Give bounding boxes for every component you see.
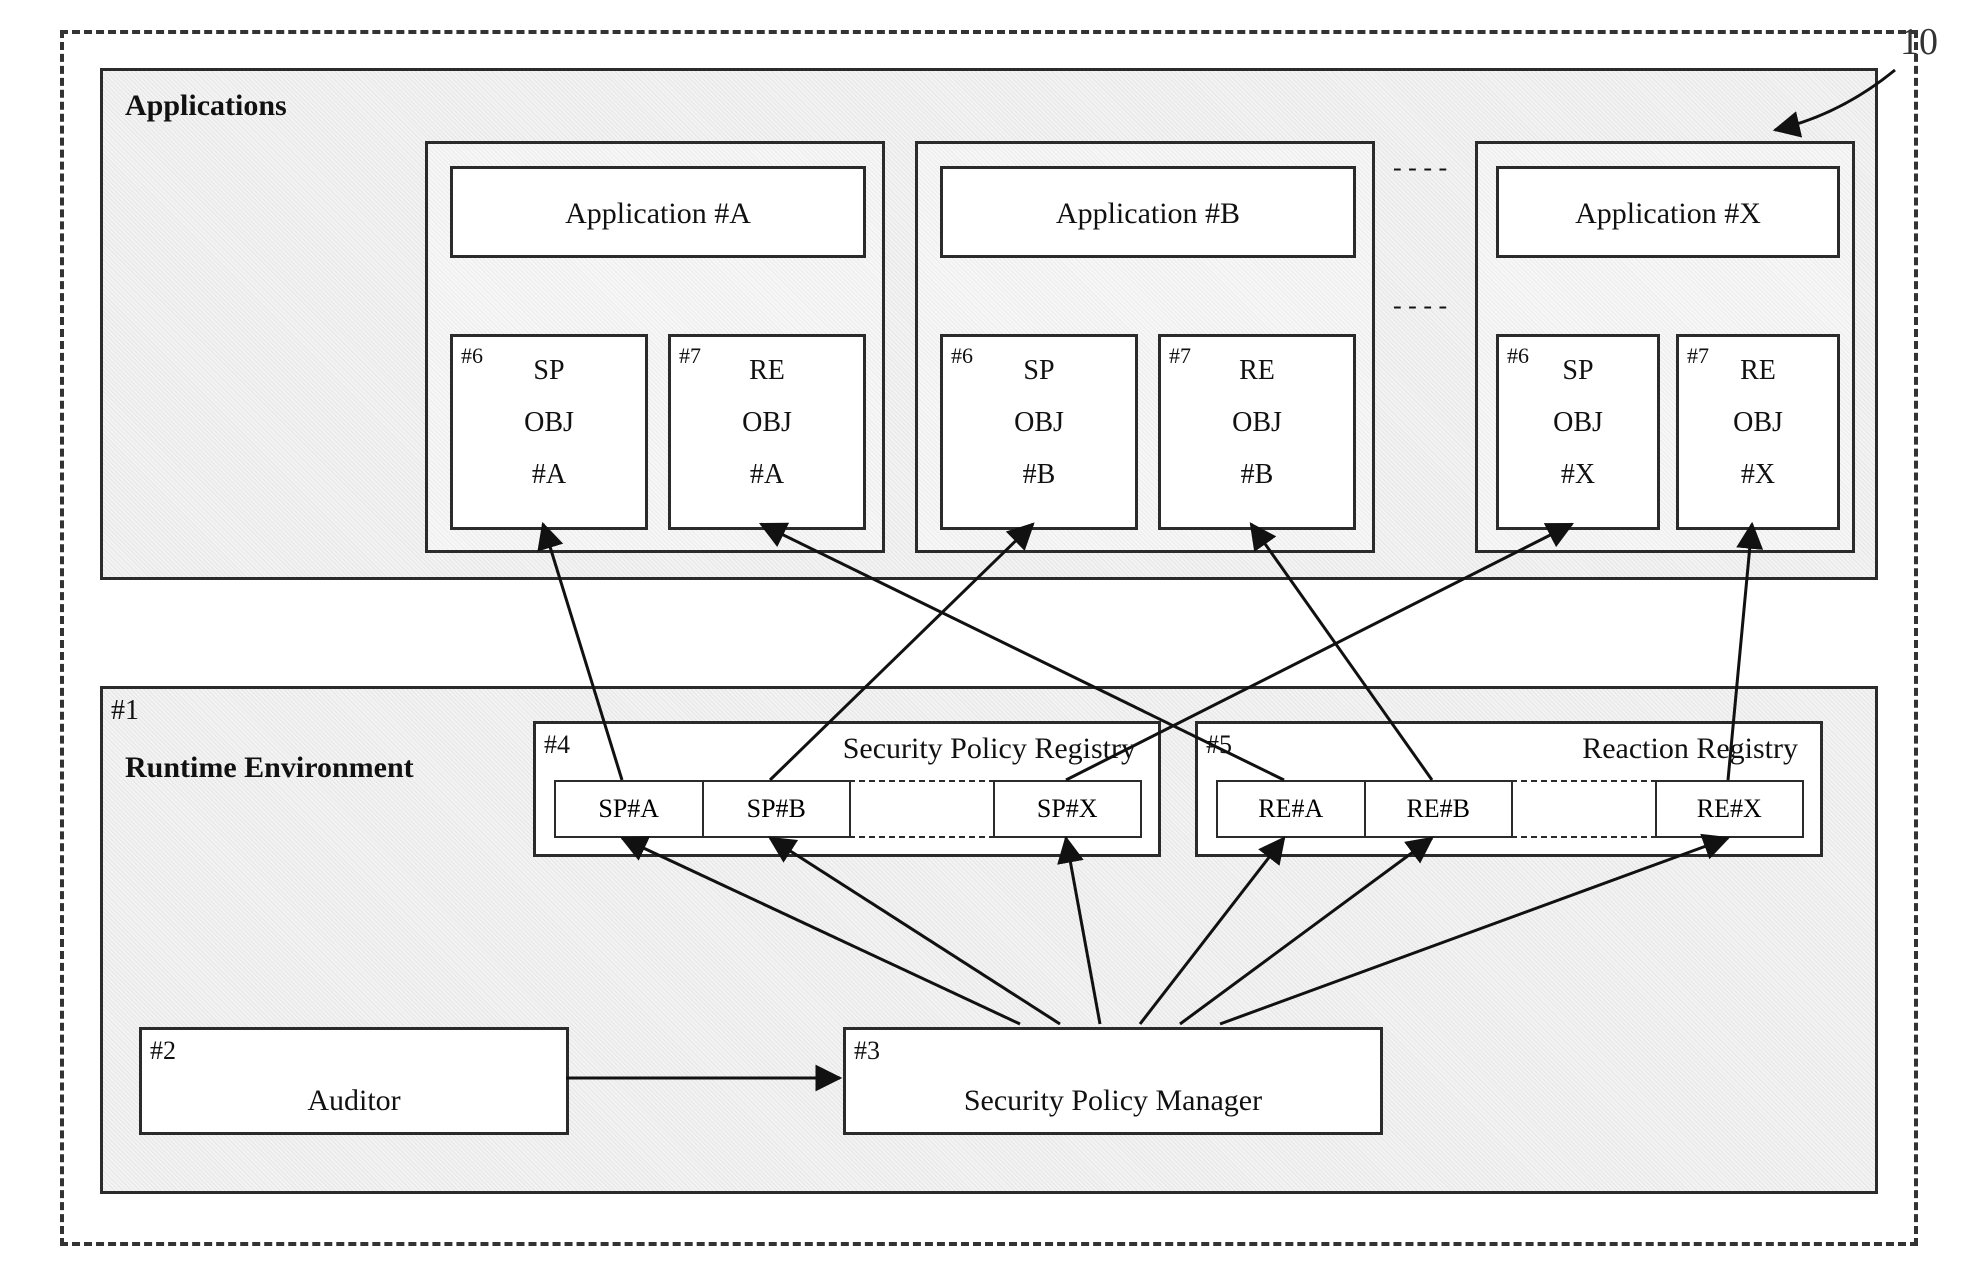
app-x-sp-l3: #X (1499, 459, 1657, 491)
re-registry-tag: #5 (1206, 730, 1232, 760)
app-a-re-obj: #7 RE OBJ #A (668, 334, 866, 530)
re-registry-box: #5 Reaction Registry RE#A RE#B RE#X (1195, 721, 1823, 857)
sp-cell-b: SP#B (702, 780, 852, 838)
sp-registry-tag: #4 (544, 730, 570, 760)
application-a-title-box: Application #A (450, 166, 866, 258)
app-a-re-l3: #A (671, 459, 863, 491)
ellipsis-mid: - - - - (1393, 291, 1447, 321)
application-b-title: Application #B (943, 197, 1353, 231)
manager-tag: #3 (854, 1036, 880, 1066)
app-b-re-obj: #7 RE OBJ #B (1158, 334, 1356, 530)
app-b-sp-l1: SP (943, 355, 1135, 387)
sp-cell-a: SP#A (554, 780, 704, 838)
app-a-sp-l3: #A (453, 459, 645, 491)
runtime-title: Runtime Environment (125, 751, 414, 785)
app-a-re-l2: OBJ (671, 407, 863, 439)
re-registry-title: Reaction Registry (1582, 732, 1798, 766)
application-b-card: Application #B #6 SP OBJ #B #7 RE OBJ #B (915, 141, 1375, 553)
app-b-sp-obj: #6 SP OBJ #B (940, 334, 1138, 530)
runtime-panel: #1 Runtime Environment #4 Security Polic… (100, 686, 1878, 1194)
app-x-sp-l1: SP (1499, 355, 1657, 387)
applications-title: Applications (125, 89, 287, 123)
app-b-re-l1: RE (1161, 355, 1353, 387)
application-x-title-box: Application #X (1496, 166, 1840, 258)
application-b-title-box: Application #B (940, 166, 1356, 258)
app-x-re-obj: #7 RE OBJ #X (1676, 334, 1840, 530)
app-b-re-l2: OBJ (1161, 407, 1353, 439)
app-b-sp-l3: #B (943, 459, 1135, 491)
manager-title: Security Policy Manager (846, 1084, 1380, 1118)
re-cell-gap (1511, 780, 1657, 838)
app-a-sp-obj: #6 SP OBJ #A (450, 334, 648, 530)
application-a-title: Application #A (453, 197, 863, 231)
app-a-sp-l1: SP (453, 355, 645, 387)
sp-registry-strip: SP#A SP#B SP#X (554, 780, 1140, 838)
application-x-title: Application #X (1499, 197, 1837, 231)
auditor-box: #2 Auditor (139, 1027, 569, 1135)
re-cell-a: RE#A (1216, 780, 1366, 838)
app-b-re-l3: #B (1161, 459, 1353, 491)
app-x-re-l1: RE (1679, 355, 1837, 387)
app-x-re-l3: #X (1679, 459, 1837, 491)
app-b-sp-l2: OBJ (943, 407, 1135, 439)
runtime-tag: #1 (111, 695, 139, 727)
sp-registry-box: #4 Security Policy Registry SP#A SP#B SP… (533, 721, 1161, 857)
applications-panel: Applications Application #A #6 SP OBJ #A… (100, 68, 1878, 580)
re-cell-x: RE#X (1655, 780, 1805, 838)
application-x-card: Application #X #6 SP OBJ #X #7 RE OBJ #X (1475, 141, 1855, 553)
application-a-card: Application #A #6 SP OBJ #A #7 RE OBJ #A (425, 141, 885, 553)
app-a-sp-l2: OBJ (453, 407, 645, 439)
re-registry-strip: RE#A RE#B RE#X (1216, 780, 1802, 838)
manager-box: #3 Security Policy Manager (843, 1027, 1383, 1135)
ellipsis-top: - - - - (1393, 153, 1447, 183)
sp-cell-x: SP#X (993, 780, 1143, 838)
sp-cell-gap (849, 780, 995, 838)
auditor-tag: #2 (150, 1036, 176, 1066)
app-x-sp-l2: OBJ (1499, 407, 1657, 439)
app-a-re-l1: RE (671, 355, 863, 387)
auditor-title: Auditor (142, 1084, 566, 1118)
re-cell-b: RE#B (1364, 780, 1514, 838)
callout-number: 10 (1900, 20, 1938, 64)
app-x-re-l2: OBJ (1679, 407, 1837, 439)
sp-registry-title: Security Policy Registry (843, 732, 1136, 766)
app-x-sp-obj: #6 SP OBJ #X (1496, 334, 1660, 530)
